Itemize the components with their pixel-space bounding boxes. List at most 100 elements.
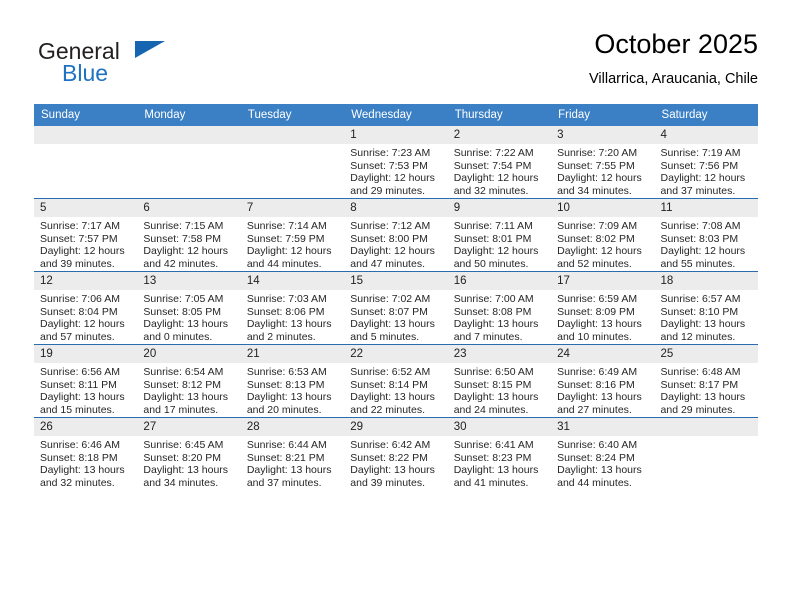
calendar-day-cell[interactable]: 27 Sunrise: 6:45 AM Sunset: 8:20 PM Dayligh… <box>137 417 241 490</box>
calendar-day-cell[interactable]: 30 Sunrise: 6:41 AM Sunset: 8:23 PM Dayligh… <box>447 417 552 490</box>
day-number: 24 <box>551 345 655 363</box>
daylight-text-line1: Daylight: 12 hours <box>660 245 746 258</box>
day-details: Sunrise: 7:19 AM Sunset: 7:56 PM Daylight:… <box>655 144 758 197</box>
day-number: 27 <box>137 418 241 436</box>
brand-logo[interactable]: General Blue <box>34 28 254 88</box>
sunset-text: Sunset: 7:54 PM <box>453 159 532 172</box>
daylight-text-line2: and 34 minutes. <box>143 476 219 489</box>
day-details: Sunrise: 7:02 AM Sunset: 8:07 PM Daylight:… <box>344 290 447 343</box>
day-details: Sunrise: 6:42 AM Sunset: 8:22 PM Daylight:… <box>344 436 447 489</box>
daylight-text-line2: and 55 minutes. <box>660 257 736 270</box>
sunrise-text: Sunrise: 7:02 AM <box>350 293 431 305</box>
sunset-text: Sunset: 7:58 PM <box>143 232 222 245</box>
calendar-day-cell[interactable]: 13 Sunrise: 7:05 AM Sunset: 8:05 PM Dayligh… <box>137 271 241 345</box>
day-details: Sunrise: 7:08 AM Sunset: 8:03 PM Daylight:… <box>655 217 758 270</box>
daylight-text-line2: and 39 minutes. <box>350 476 425 489</box>
day-details: Sunrise: 7:06 AM Sunset: 8:04 PM Daylight:… <box>34 290 137 343</box>
day-number <box>137 126 241 144</box>
calendar-day-cell[interactable]: 16 Sunrise: 7:00 AM Sunset: 8:08 PM Dayligh… <box>447 271 552 345</box>
calendar-day-cell[interactable]: 18 Sunrise: 6:57 AM Sunset: 8:10 PM Dayligh… <box>654 271 758 345</box>
calendar-day-cell[interactable]: 31 Sunrise: 6:40 AM Sunset: 8:24 PM Dayligh… <box>551 417 655 490</box>
day-cell: 4 Sunrise: 7:19 AM Sunset: 7:56 PM Daylight… <box>654 126 758 198</box>
daylight-text-line2: and 20 minutes. <box>246 403 322 416</box>
daylight-text-line2: and 44 minutes. <box>246 257 322 270</box>
calendar-day-cell[interactable]: 20 Sunrise: 6:54 AM Sunset: 8:12 PM Dayligh… <box>137 344 241 418</box>
day-cell: 5 Sunrise: 7:17 AM Sunset: 7:57 PM Daylight… <box>34 199 138 271</box>
daylight-text-line2: and 32 minutes. <box>40 476 115 489</box>
calendar-week-row: 1 Sunrise: 7:23 AM Sunset: 7:53 PM Daylight… <box>34 126 758 199</box>
calendar-day-cell[interactable]: 6 Sunrise: 7:15 AM Sunset: 7:58 PM Daylight… <box>137 198 241 272</box>
daylight-text-line1: Daylight: 12 hours <box>350 245 435 258</box>
daylight-text-line2: and 32 minutes. <box>453 184 529 197</box>
sunset-text: Sunset: 8:00 PM <box>350 232 428 245</box>
day-number: 25 <box>654 345 758 363</box>
day-cell: 7 Sunrise: 7:14 AM Sunset: 7:59 PM Daylight… <box>240 199 345 271</box>
calendar-day-cell[interactable]: 12 Sunrise: 7:06 AM Sunset: 8:04 PM Dayligh… <box>34 271 138 345</box>
calendar-week-row: 5 Sunrise: 7:17 AM Sunset: 7:57 PM Daylight… <box>34 198 758 272</box>
calendar-day-cell[interactable]: 4 Sunrise: 7:19 AM Sunset: 7:56 PM Daylight… <box>654 126 758 199</box>
day-cell: 21 Sunrise: 6:53 AM Sunset: 8:13 PM Dayligh… <box>240 345 345 417</box>
weekday-header-tuesday: Tuesday <box>240 104 345 126</box>
calendar-day-cell[interactable]: 19 Sunrise: 6:56 AM Sunset: 8:11 PM Dayligh… <box>34 344 138 418</box>
day-details: Sunrise: 6:53 AM Sunset: 8:13 PM Daylight:… <box>241 363 344 416</box>
calendar-day-cell[interactable]: 7 Sunrise: 7:14 AM Sunset: 7:59 PM Daylight… <box>240 198 345 272</box>
calendar-day-cell[interactable]: 24 Sunrise: 6:49 AM Sunset: 8:16 PM Dayligh… <box>551 344 655 418</box>
calendar-day-cell[interactable]: 9 Sunrise: 7:11 AM Sunset: 8:01 PM Daylight… <box>447 198 552 272</box>
calendar-day-cell[interactable]: 29 Sunrise: 6:42 AM Sunset: 8:22 PM Dayligh… <box>344 417 448 490</box>
daylight-text-line2: and 2 minutes. <box>246 330 316 343</box>
sunrise-text: Sunrise: 7:09 AM <box>557 220 638 232</box>
day-number: 22 <box>344 345 448 363</box>
day-cell: 29 Sunrise: 6:42 AM Sunset: 8:22 PM Dayligh… <box>344 418 448 490</box>
daylight-text-line2: and 41 minutes. <box>453 476 529 489</box>
page-title: October 2025 <box>594 29 758 59</box>
daylight-text-line2: and 29 minutes. <box>660 403 736 416</box>
day-number: 29 <box>344 418 448 436</box>
sunrise-text: Sunrise: 7:19 AM <box>660 147 741 159</box>
daylight-text-line2: and 7 minutes. <box>453 330 523 343</box>
page-header: General Blue October 2025 Villarrica, Ar… <box>34 28 758 98</box>
sunrise-text: Sunrise: 6:42 AM <box>350 439 431 451</box>
brand-name-blue: Blue <box>62 60 109 86</box>
day-number: 13 <box>137 272 241 290</box>
sunrise-text: Sunrise: 7:12 AM <box>350 220 431 232</box>
day-details: Sunrise: 6:44 AM Sunset: 8:21 PM Daylight:… <box>241 436 344 489</box>
calendar-day-cell[interactable]: 22 Sunrise: 6:52 AM Sunset: 8:14 PM Dayligh… <box>344 344 448 418</box>
calendar-day-cell <box>654 417 758 490</box>
day-details: Sunrise: 7:22 AM Sunset: 7:54 PM Daylight:… <box>448 144 551 197</box>
daylight-text-line1: Daylight: 12 hours <box>40 245 125 258</box>
day-cell: 28 Sunrise: 6:44 AM Sunset: 8:21 PM Dayligh… <box>240 418 345 490</box>
daylight-text-line1: Daylight: 12 hours <box>40 318 125 331</box>
daylight-text-line2: and 24 minutes. <box>453 403 529 416</box>
day-details: Sunrise: 7:11 AM Sunset: 8:01 PM Daylight:… <box>448 217 551 270</box>
calendar-day-cell[interactable]: 3 Sunrise: 7:20 AM Sunset: 7:55 PM Daylight… <box>551 126 655 199</box>
calendar-day-cell[interactable]: 8 Sunrise: 7:12 AM Sunset: 8:00 PM Daylight… <box>344 198 448 272</box>
daylight-text-line2: and 57 minutes. <box>40 330 115 343</box>
sunrise-text: Sunrise: 7:00 AM <box>453 293 534 305</box>
day-cell: 12 Sunrise: 7:06 AM Sunset: 8:04 PM Dayligh… <box>34 272 138 344</box>
calendar-day-cell[interactable]: 23 Sunrise: 6:50 AM Sunset: 8:15 PM Dayligh… <box>447 344 552 418</box>
calendar-day-cell[interactable]: 14 Sunrise: 7:03 AM Sunset: 8:06 PM Dayligh… <box>240 271 345 345</box>
daylight-text-line2: and 17 minutes. <box>143 403 219 416</box>
calendar-day-cell[interactable]: 1 Sunrise: 7:23 AM Sunset: 7:53 PM Daylight… <box>344 126 448 199</box>
calendar-day-cell[interactable]: 11 Sunrise: 7:08 AM Sunset: 8:03 PM Dayligh… <box>654 198 758 272</box>
calendar-day-cell[interactable]: 5 Sunrise: 7:17 AM Sunset: 7:57 PM Daylight… <box>34 198 138 272</box>
calendar-day-cell[interactable]: 25 Sunrise: 6:48 AM Sunset: 8:17 PM Dayligh… <box>654 344 758 418</box>
sunrise-text: Sunrise: 7:03 AM <box>246 293 327 305</box>
calendar-day-cell[interactable]: 2 Sunrise: 7:22 AM Sunset: 7:54 PM Daylight… <box>447 126 552 199</box>
daylight-text-line1: Daylight: 13 hours <box>246 318 332 331</box>
daylight-text-line2: and 0 minutes. <box>143 330 213 343</box>
calendar-day-cell[interactable]: 28 Sunrise: 6:44 AM Sunset: 8:21 PM Dayligh… <box>240 417 345 490</box>
sunset-text: Sunset: 8:18 PM <box>40 451 118 464</box>
weekday-header-sunday: Sunday <box>34 104 138 126</box>
calendar-day-cell[interactable]: 26 Sunrise: 6:46 AM Sunset: 8:18 PM Dayligh… <box>34 417 138 490</box>
day-cell: 15 Sunrise: 7:02 AM Sunset: 8:07 PM Dayligh… <box>344 272 448 344</box>
calendar-day-cell[interactable]: 17 Sunrise: 6:59 AM Sunset: 8:09 PM Dayligh… <box>551 271 655 345</box>
calendar-day-cell[interactable]: 15 Sunrise: 7:02 AM Sunset: 8:07 PM Dayligh… <box>344 271 448 345</box>
calendar-day-cell[interactable]: 10 Sunrise: 7:09 AM Sunset: 8:02 PM Dayligh… <box>551 198 655 272</box>
sunset-text: Sunset: 8:12 PM <box>143 378 222 391</box>
calendar-day-cell[interactable]: 21 Sunrise: 6:53 AM Sunset: 8:13 PM Dayligh… <box>240 344 345 418</box>
day-cell: 20 Sunrise: 6:54 AM Sunset: 8:12 PM Dayligh… <box>137 345 241 417</box>
daylight-text-line1: Daylight: 13 hours <box>143 464 229 477</box>
calendar-week-row: 26 Sunrise: 6:46 AM Sunset: 8:18 PM Dayligh… <box>34 417 758 490</box>
daylight-text-line1: Daylight: 12 hours <box>246 245 332 258</box>
